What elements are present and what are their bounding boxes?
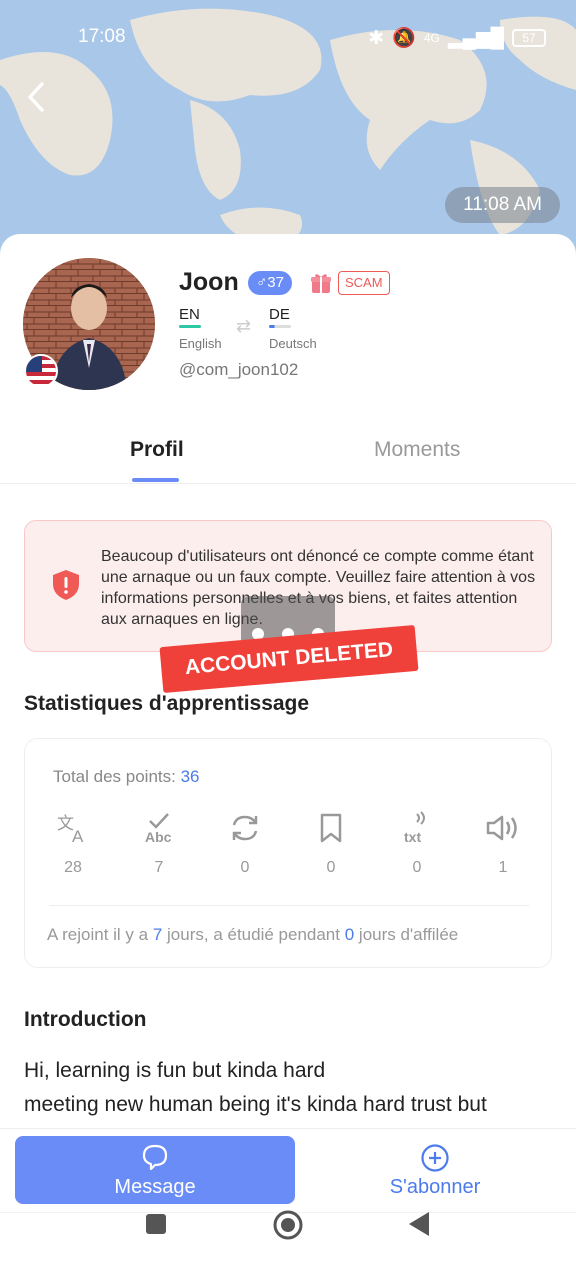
joined-days: 7: [152, 925, 163, 944]
status-time: 17:08: [78, 26, 126, 47]
stat-bookmark: 0: [301, 811, 361, 877]
world-map-header: 17:08 ✱ 🔕 4G ▂▄▆█ 57 11:08 AM: [0, 0, 576, 260]
tab-profil[interactable]: Profil: [130, 438, 184, 462]
profile-screen: { "status_bar": {"time": "17:08", "batte…: [0, 0, 576, 1280]
profile-name: Joon: [179, 268, 239, 296]
message-label: Message: [114, 1176, 196, 1198]
chat-bubble-icon: [142, 1144, 168, 1171]
male-icon: ♂: [256, 274, 268, 291]
native-language-bar: [179, 325, 201, 328]
status-icons: ✱ 🔕 4G ▂▄▆█ 57: [368, 26, 546, 50]
scam-badge: SCAM: [338, 271, 390, 295]
stat-spellcheck: Abc 7: [129, 811, 189, 877]
svg-text:A: A: [72, 827, 84, 845]
stat-value: 0: [412, 859, 422, 876]
introduction-title: Introduction: [24, 1008, 147, 1031]
intro-line: meeting new human being it's kinda hard …: [24, 1093, 487, 1116]
age-value: 37: [267, 274, 284, 291]
plus-circle-icon: [421, 1144, 449, 1172]
gender-age-badge: ♂37: [248, 271, 292, 295]
stats-divider: [49, 905, 529, 906]
native-language-name: English: [179, 336, 222, 351]
recent-apps-icon[interactable]: [145, 1213, 167, 1235]
us-flag-icon: [24, 354, 58, 388]
svg-text:Abc: Abc: [145, 829, 172, 845]
back-nav-icon[interactable]: [407, 1211, 431, 1237]
total-points-label: Total des points:: [53, 767, 176, 786]
speaker-icon: [486, 815, 517, 841]
learning-language-code: DE: [269, 306, 290, 323]
action-bar: Message S'abonner: [0, 1128, 576, 1212]
text-to-speech-icon: txt: [404, 811, 425, 845]
stat-translate: 文A 28: [43, 811, 103, 877]
native-language-code: EN: [179, 306, 200, 323]
subscribe-label: S'abonner: [389, 1176, 481, 1198]
total-points: Total des points: 36: [53, 767, 200, 787]
stat-value: 28: [64, 859, 82, 876]
stat-text-to-speech: txt 0: [387, 811, 447, 877]
profile-card: Joon ♂37 SCAM EN English ⇄ DE Deutsch @c…: [0, 234, 576, 1280]
mute-icon: 🔕: [392, 28, 416, 49]
warning-shield-icon: [53, 570, 79, 600]
stat-value: 7: [154, 859, 164, 876]
home-icon[interactable]: [272, 1209, 304, 1241]
tab-moments[interactable]: Moments: [374, 438, 460, 462]
joined-suffix: jours d'affilée: [354, 925, 459, 944]
subscribe-button[interactable]: S'abonner: [360, 1136, 510, 1204]
swap-icon: ⇄: [236, 316, 252, 336]
refresh-icon: [232, 815, 258, 841]
stat-value: 0: [326, 859, 336, 876]
stat-review: 0: [215, 811, 275, 877]
streak-days: 0: [344, 925, 355, 944]
learning-language-name: Deutsch: [269, 336, 317, 351]
stats-title: Statistiques d'apprentissage: [24, 692, 310, 715]
stat-value: 0: [240, 859, 250, 876]
message-time-pill: 11:08 AM: [445, 187, 560, 223]
stat-value: 1: [498, 859, 508, 876]
native-language: EN English: [179, 306, 222, 351]
joined-mid: jours, a étudié pendant: [162, 925, 345, 944]
learning-language: DE Deutsch: [269, 306, 317, 351]
learning-stats-card: Total des points: 36 文A 28 Abc 7 0 0 txt…: [24, 738, 552, 968]
joined-summary: A rejoint il y a 7 jours, a étudié penda…: [47, 925, 458, 945]
stat-listening: 1: [473, 811, 533, 877]
active-tab-indicator: [132, 478, 179, 482]
message-button[interactable]: Message: [15, 1136, 295, 1204]
network-label: 4G: [423, 31, 440, 45]
status-bar: 17:08 ✱ 🔕 4G ▂▄▆█ 57: [0, 26, 576, 52]
signal-icon: ▂▄▆█: [447, 27, 504, 49]
svg-text:txt: txt: [404, 829, 421, 845]
introduction-text: Hi, learning is fun but kinda hard meeti…: [24, 1054, 554, 1122]
back-arrow-icon[interactable]: [22, 80, 52, 114]
learning-language-bar: [269, 325, 291, 328]
total-points-value: 36: [180, 767, 200, 786]
bookmark-icon: [320, 813, 342, 843]
system-navigation-bar: [0, 1209, 576, 1280]
translate-icon: 文A: [57, 814, 84, 845]
bluetooth-icon: ✱: [368, 27, 385, 49]
intro-line: Hi, learning is fun but kinda hard: [24, 1059, 326, 1082]
profile-tabs: Profil Moments: [0, 430, 576, 484]
joined-prefix: A rejoint il y a: [47, 925, 153, 944]
gift-icon[interactable]: [309, 271, 333, 295]
battery-icon: 57: [512, 29, 546, 47]
user-handle: @com_joon102: [179, 360, 299, 379]
spellcheck-icon: Abc: [145, 813, 172, 845]
